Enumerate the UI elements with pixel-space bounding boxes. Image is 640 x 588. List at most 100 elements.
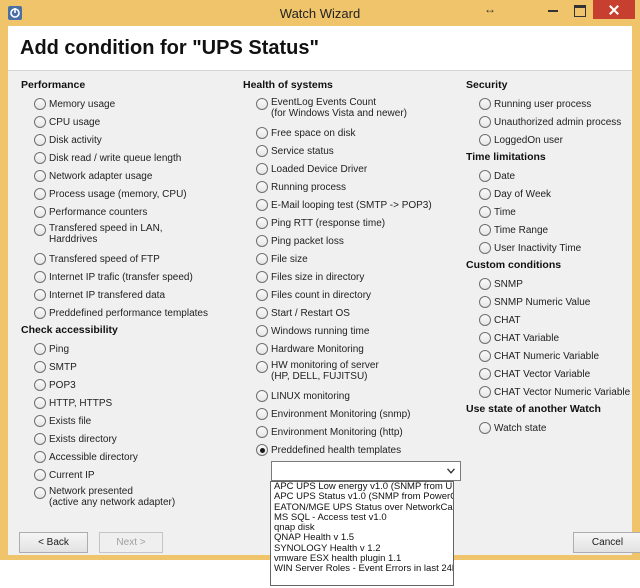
option-unauthorized-admin-process[interactable]: Unauthorized admin process — [466, 113, 636, 131]
radio-button[interactable] — [34, 116, 46, 128]
option-ping-packet-loss[interactable]: Ping packet loss — [243, 232, 463, 250]
radio-button[interactable] — [256, 408, 268, 420]
radio-button[interactable] — [256, 163, 268, 175]
option-chat-vector-variable[interactable]: CHAT Vector Variable — [466, 365, 636, 383]
radio-button[interactable] — [256, 98, 268, 110]
dropdown-option[interactable]: WIN Server Roles - Event Errors in last … — [271, 564, 453, 575]
option-preddefined-health-templates[interactable]: Preddefined health templates — [243, 441, 463, 459]
radio-button[interactable] — [256, 361, 268, 373]
radio-button[interactable] — [256, 289, 268, 301]
option-loaded-device-driver[interactable]: Loaded Device Driver — [243, 160, 463, 178]
radio-button[interactable] — [256, 199, 268, 211]
option-environment-monitoring-http[interactable]: Environment Monitoring (http) — [243, 423, 463, 441]
radio-button[interactable] — [34, 170, 46, 182]
radio-button[interactable] — [34, 469, 46, 481]
templates-dropdown-list[interactable]: APC UPS Low energy v1.0 (SNMP from UPS) A… — [270, 481, 454, 586]
option-transfered-speed-of-ftp[interactable]: Transfered speed of FTP — [21, 250, 241, 268]
option-process-usage-memory-cpu[interactable]: Process usage (memory, CPU) — [21, 185, 241, 203]
option-time-range[interactable]: Time Range — [466, 221, 636, 239]
radio-button[interactable] — [479, 116, 491, 128]
radio-button[interactable] — [479, 278, 491, 290]
title-bar[interactable]: Watch Wizard ↔ — [0, 0, 640, 26]
option-disk-read-write-queue-length[interactable]: Disk read / write queue length — [21, 149, 241, 167]
radio-button[interactable] — [479, 314, 491, 326]
radio-button[interactable] — [34, 271, 46, 283]
option-running-process[interactable]: Running process — [243, 178, 463, 196]
restore-icon[interactable]: ↔ — [478, 2, 502, 22]
radio-button[interactable] — [479, 134, 491, 146]
option-chat-variable[interactable]: CHAT Variable — [466, 329, 636, 347]
option-smtp[interactable]: SMTP — [21, 358, 241, 376]
radio-button[interactable] — [34, 307, 46, 319]
radio-button[interactable] — [34, 98, 46, 110]
option-linux-monitoring[interactable]: LINUX monitoring — [243, 387, 463, 405]
radio-button[interactable] — [479, 368, 491, 380]
option-day-of-week[interactable]: Day of Week — [466, 185, 636, 203]
radio-button[interactable] — [256, 217, 268, 229]
option-date[interactable]: Date — [466, 167, 636, 185]
option-accessible-directory[interactable]: Accessible directory — [21, 448, 241, 466]
option-files-size-in-directory[interactable]: Files size in directory — [243, 268, 463, 286]
option-user-inactivity-time[interactable]: User Inactivity Time — [466, 239, 636, 257]
radio-button[interactable] — [34, 134, 46, 146]
option-start-restart-os[interactable]: Start / Restart OS — [243, 304, 463, 322]
radio-button[interactable] — [34, 343, 46, 355]
option-transfered-speed-in-lan-harddrives[interactable]: Transfered speed in LAN, Harddrives — [21, 221, 241, 250]
radio-button[interactable] — [479, 386, 491, 398]
option-pop3[interactable]: POP3 — [21, 376, 241, 394]
cancel-button[interactable]: Cancel — [573, 532, 640, 553]
radio-button[interactable] — [34, 487, 46, 499]
radio-button[interactable] — [34, 289, 46, 301]
radio-button[interactable] — [256, 253, 268, 265]
option-ping[interactable]: Ping — [21, 340, 241, 358]
radio-button[interactable] — [479, 188, 491, 200]
option-loggedon-user[interactable]: LoggedOn user — [466, 131, 636, 149]
option-disk-activity[interactable]: Disk activity — [21, 131, 241, 149]
radio-button[interactable] — [34, 188, 46, 200]
radio-button[interactable] — [479, 98, 491, 110]
option-running-user-process[interactable]: Running user process — [466, 95, 636, 113]
option-preddefined-performance-templates[interactable]: Preddefined performance templates — [21, 304, 241, 322]
radio-button[interactable] — [34, 379, 46, 391]
option-time[interactable]: Time — [466, 203, 636, 221]
radio-button[interactable] — [256, 127, 268, 139]
next-button[interactable]: Next > — [99, 532, 163, 553]
radio-button[interactable] — [479, 350, 491, 362]
radio-button[interactable] — [479, 206, 491, 218]
option-watch-state[interactable]: Watch state — [466, 419, 636, 437]
radio-button[interactable] — [34, 206, 46, 218]
radio-button[interactable] — [256, 390, 268, 402]
option-snmp[interactable]: SNMP — [466, 275, 636, 293]
radio-button[interactable] — [256, 343, 268, 355]
radio-button[interactable] — [256, 307, 268, 319]
radio-button[interactable] — [256, 271, 268, 283]
option-windows-running-time[interactable]: Windows running time — [243, 322, 463, 340]
option-http-https[interactable]: HTTP, HTTPS — [21, 394, 241, 412]
radio-button[interactable] — [479, 170, 491, 182]
radio-button[interactable] — [256, 444, 268, 456]
option-hw-monitoring-of-server-hp-dell-fujitsu[interactable]: HW monitoring of server (HP, DELL, FUJITS… — [243, 358, 463, 387]
radio-button[interactable] — [34, 253, 46, 265]
radio-button[interactable] — [479, 422, 491, 434]
option-performance-counters[interactable]: Performance counters — [21, 203, 241, 221]
option-ping-rtt-response-time[interactable]: Ping RTT (response time) — [243, 214, 463, 232]
option-current-ip[interactable]: Current IP — [21, 466, 241, 484]
option-hardware-monitoring[interactable]: Hardware Monitoring — [243, 340, 463, 358]
option-exists-file[interactable]: Exists file — [21, 412, 241, 430]
radio-button[interactable] — [479, 332, 491, 344]
option-network-adapter-usage[interactable]: Network adapter usage — [21, 167, 241, 185]
option-chat-vector-numeric-variable[interactable]: CHAT Vector Numeric Variable — [466, 383, 636, 401]
option-memory-usage[interactable]: Memory usage — [21, 95, 241, 113]
option-internet-ip-trafic-transfer-speed[interactable]: Internet IP trafic (transfer speed) — [21, 268, 241, 286]
radio-button[interactable] — [34, 397, 46, 409]
option-exists-directory[interactable]: Exists directory — [21, 430, 241, 448]
option-service-status[interactable]: Service status — [243, 142, 463, 160]
radio-button[interactable] — [479, 224, 491, 236]
option-environment-monitoring-snmp[interactable]: Environment Monitoring (snmp) — [243, 405, 463, 423]
back-button[interactable]: < Back — [19, 532, 88, 553]
minimize-button[interactable] — [540, 0, 566, 20]
radio-button[interactable] — [34, 152, 46, 164]
option-snmp-numeric-value[interactable]: SNMP Numeric Value — [466, 293, 636, 311]
radio-button[interactable] — [34, 451, 46, 463]
health-templates-combo[interactable] — [271, 461, 461, 481]
